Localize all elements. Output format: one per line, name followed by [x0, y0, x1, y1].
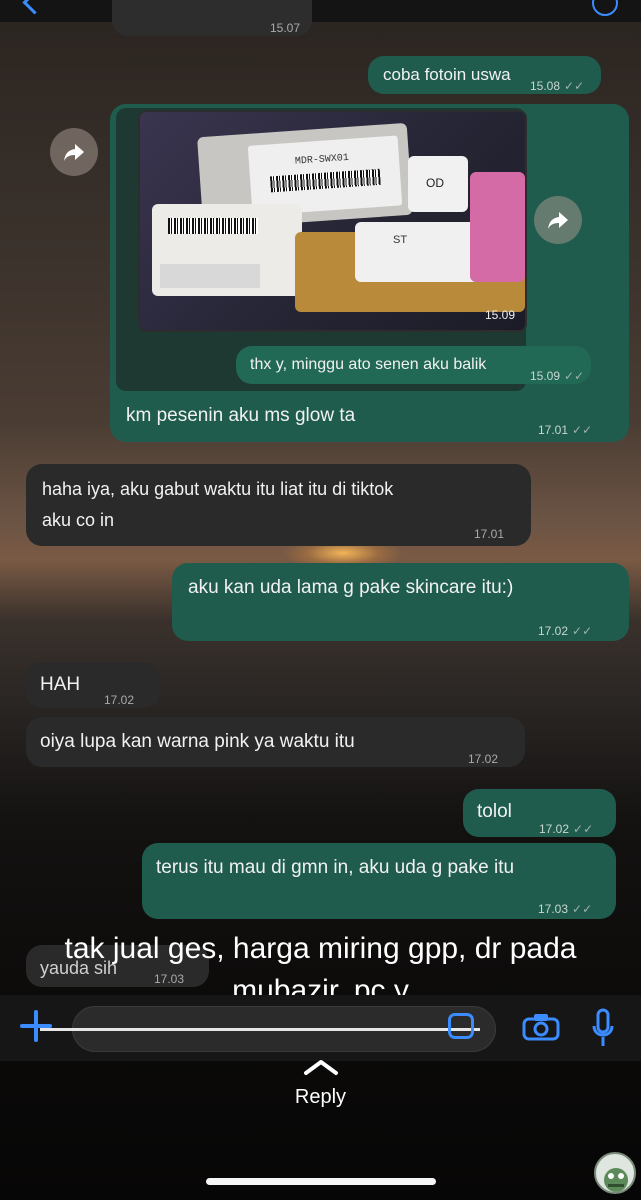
message-text: km pesenin aku ms glow ta [126, 405, 356, 426]
message-text: HAH [40, 674, 81, 695]
message-time: 17.02 [538, 624, 569, 638]
strike-line [40, 1028, 480, 1031]
profile-sticker-avatar[interactable] [594, 1152, 636, 1194]
outgoing-message[interactable]: aku kan uda lama g pake skincare itu:) 1… [172, 563, 629, 641]
back-chevron-icon[interactable] [22, 0, 47, 15]
message-text-line1: haha iya, aku gabut waktu itu liat itu d… [42, 479, 394, 499]
info-icon[interactable] [592, 0, 618, 16]
plus-icon[interactable] [20, 1010, 52, 1042]
reply-button[interactable]: Reply [0, 1086, 641, 1109]
double-check-icon: ✓✓ [564, 369, 585, 383]
message-bubble-fragment[interactable]: 15.07 [112, 0, 312, 36]
incoming-message[interactable]: oiya lupa kan warna pink ya waktu itu 17… [26, 717, 525, 767]
package-label-st: ST [393, 234, 408, 246]
chat-header [0, 0, 641, 22]
message-time: 17.03 [538, 902, 569, 916]
pink-fabric-image [470, 172, 525, 282]
story-caption-line1: tak jual ges, harga miring gpp, dr pada [64, 932, 577, 965]
package-image [152, 204, 302, 296]
message-text: aku kan uda lama g pake skincare itu:) [188, 577, 514, 598]
outgoing-message[interactable]: thx y, minggu ato senen aku balik 15.09 ✓… [236, 346, 591, 384]
outgoing-message[interactable]: terus itu mau di gmn in, aku uda g pake … [142, 843, 616, 919]
message-time: 17.01 [474, 527, 505, 541]
double-check-icon: ✓✓ [573, 822, 594, 836]
message-text: terus itu mau di gmn in, aku uda g pake … [156, 857, 515, 878]
message-text: oiya lupa kan warna pink ya waktu itu [40, 731, 355, 752]
outgoing-message[interactable]: tolol 17.02 ✓✓ [463, 789, 616, 837]
message-text: coba fotoin uswa [383, 65, 511, 84]
home-indicator [206, 1178, 436, 1185]
double-check-icon: ✓✓ [572, 902, 593, 916]
sticker-icon[interactable] [448, 1013, 474, 1039]
message-text: thx y, minggu ato senen aku balik [250, 356, 487, 373]
camera-icon[interactable] [522, 1013, 560, 1041]
message-time: 17.02 [539, 822, 570, 836]
message-time: 17.02 [468, 752, 499, 766]
incoming-message[interactable]: HAH 17.02 [26, 662, 160, 708]
message-time: 17.01 [538, 423, 569, 437]
message-time: 17.02 [104, 693, 135, 707]
double-check-icon: ✓✓ [572, 624, 593, 638]
double-check-icon: ✓✓ [564, 79, 585, 93]
message-time: 15.08 [530, 79, 561, 93]
forward-arrow-icon[interactable] [50, 128, 98, 176]
package-image: OD [408, 156, 468, 212]
chevron-up-icon[interactable] [303, 1058, 339, 1081]
message-time: 15.07 [269, 21, 300, 35]
message-text-line2: aku co in [42, 510, 115, 530]
microphone-icon[interactable] [592, 1008, 614, 1048]
incoming-message[interactable]: haha iya, aku gabut waktu itu liat itu d… [26, 464, 531, 546]
message-time: 15.09 [484, 308, 515, 322]
message-time: 15.09 [530, 369, 561, 383]
photo-message[interactable]: MDR-SWX01 ST OD 15.09 [138, 110, 527, 332]
package-label-od: OD [426, 176, 444, 190]
outgoing-message[interactable]: coba fotoin uswa 15.08 ✓✓ [368, 56, 601, 94]
message-text: tolol [477, 801, 512, 822]
double-check-icon: ✓✓ [572, 423, 593, 437]
forward-arrow-icon[interactable] [534, 196, 582, 244]
